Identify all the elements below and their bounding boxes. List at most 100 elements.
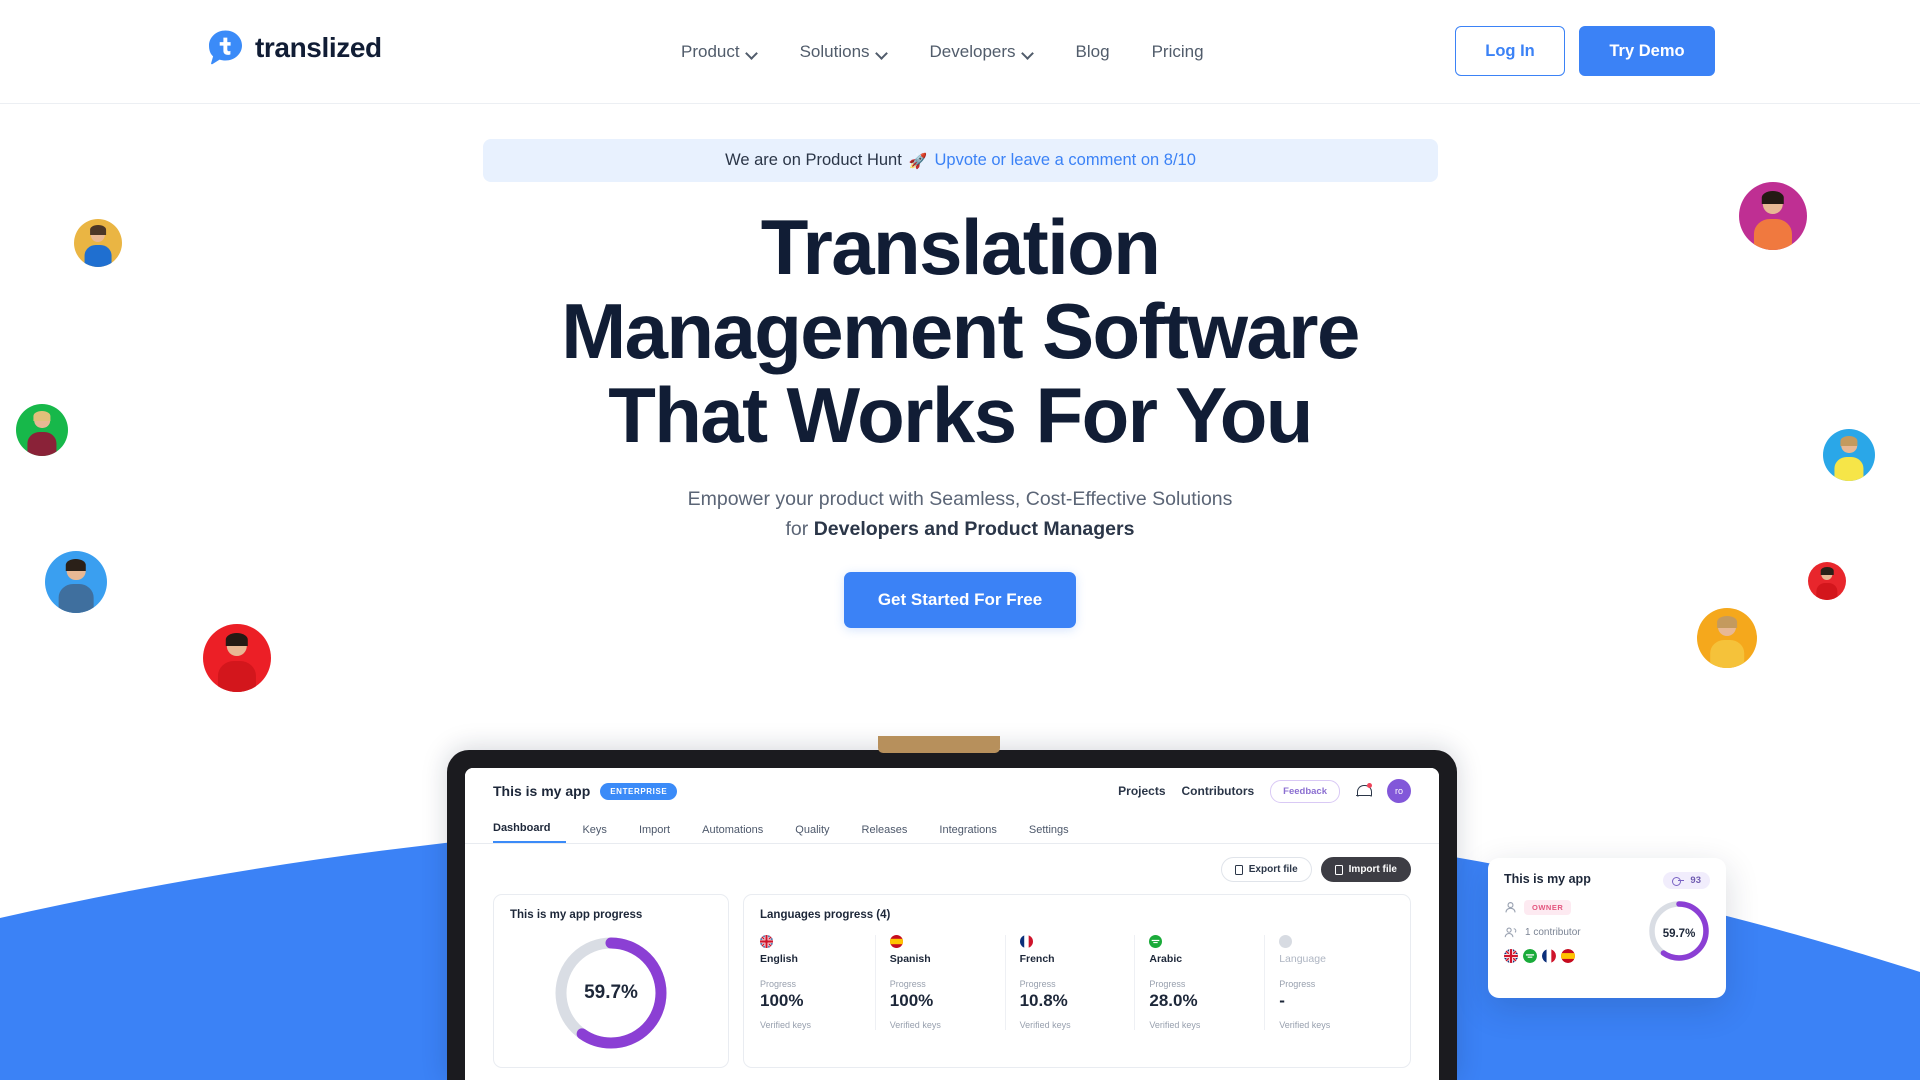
nav-item-product[interactable]: Product bbox=[660, 42, 779, 62]
chevron-down-icon bbox=[747, 49, 758, 56]
verified-keys-label: Verified keys bbox=[889, 1020, 941, 1030]
logo-text: translized bbox=[255, 31, 382, 63]
app-progress-card: This is my app progress 59.7% bbox=[493, 894, 729, 1068]
dashboard-link-contributors[interactable]: Contributors bbox=[1182, 784, 1255, 798]
language-name: French bbox=[1019, 953, 1055, 965]
floating-project-card: This is my app 93 OWNER 1 contributor 59… bbox=[1488, 858, 1726, 998]
logo-icon bbox=[207, 29, 244, 66]
language-name: Arabic bbox=[1149, 953, 1183, 965]
nav-label-developers: Developers bbox=[929, 42, 1016, 61]
try-demo-button[interactable]: Try Demo bbox=[1579, 26, 1715, 76]
nav-item-pricing[interactable]: Pricing bbox=[1131, 42, 1225, 62]
avatar[interactable]: ro bbox=[1387, 779, 1411, 803]
dashboard-cards: This is my app progress 59.7% Languages … bbox=[465, 882, 1439, 1068]
floating-card-donut: 59.7% bbox=[1646, 898, 1712, 969]
banner-text: We are on Product Hunt bbox=[725, 151, 902, 169]
tab-quality[interactable]: Quality bbox=[779, 824, 845, 843]
people-icon bbox=[1504, 927, 1517, 938]
notification-dot bbox=[1367, 782, 1372, 788]
progress-value: 28.0% bbox=[1149, 991, 1198, 1010]
nav-item-developers[interactable]: Developers bbox=[909, 42, 1055, 62]
rocket-icon: 🚀 bbox=[908, 152, 928, 170]
flag-icon-es bbox=[889, 935, 993, 948]
languages-progress-title: Languages progress (4) bbox=[760, 909, 891, 921]
chevron-down-icon bbox=[1023, 49, 1034, 56]
flag-icon-fr bbox=[1542, 949, 1556, 963]
verified-keys-label: Verified keys bbox=[760, 1020, 812, 1030]
feedback-button[interactable]: Feedback bbox=[1270, 779, 1340, 803]
tab-dashboard[interactable]: Dashboard bbox=[493, 822, 567, 843]
chevron-down-icon bbox=[877, 49, 888, 56]
key-icon bbox=[1672, 877, 1685, 886]
login-button[interactable]: Log In bbox=[1455, 26, 1565, 76]
language-column: English Progress 100% Verified keys bbox=[760, 935, 876, 1030]
dashboard-app-name: This is my app bbox=[493, 783, 591, 799]
language-name: Spanish bbox=[889, 953, 931, 965]
avatar-hair bbox=[1761, 190, 1785, 205]
flag-icon-es bbox=[1561, 949, 1575, 963]
flag-icon-fr bbox=[1019, 935, 1123, 948]
dashboard-topbar-actions: Projects Contributors Feedback ro bbox=[1118, 779, 1411, 803]
language-name: Language bbox=[1279, 953, 1326, 965]
language-column: Arabic Progress 28.0% Verified keys bbox=[1135, 935, 1266, 1030]
tab-automations[interactable]: Automations bbox=[686, 824, 779, 843]
export-file-icon bbox=[1234, 864, 1243, 875]
laptop-mockup: This is my app ENTERPRISE Projects Contr… bbox=[447, 736, 1457, 1080]
dashboard-topbar: This is my app ENTERPRISE Projects Contr… bbox=[465, 768, 1439, 814]
tab-settings[interactable]: Settings bbox=[1013, 824, 1085, 843]
tab-releases[interactable]: Releases bbox=[846, 824, 924, 843]
nav-item-solutions[interactable]: Solutions bbox=[779, 42, 909, 62]
nav-label-blog: Blog bbox=[1075, 42, 1110, 61]
export-file-label: Export file bbox=[1248, 864, 1298, 875]
progress-value: 10.8% bbox=[1019, 991, 1068, 1010]
progress-label: Progress bbox=[1019, 979, 1056, 989]
site-header: translized Product Solutions Developers … bbox=[0, 0, 1920, 104]
app-progress-donut: 59.7% bbox=[510, 933, 712, 1053]
app-progress-value: 59.7% bbox=[584, 982, 638, 1003]
notification-bell-icon[interactable] bbox=[1356, 782, 1372, 800]
page-title: Translation Management Software That Wor… bbox=[0, 205, 1920, 458]
progress-value: - bbox=[1279, 991, 1285, 1010]
import-file-label: Import file bbox=[1348, 864, 1397, 875]
nav-label-product: Product bbox=[681, 42, 740, 61]
tab-keys[interactable]: Keys bbox=[566, 824, 622, 843]
keys-count-badge: 93 bbox=[1663, 872, 1710, 889]
hero-subtitle: Empower your product with Seamless, Cost… bbox=[0, 484, 1920, 544]
dashboard-tabs: Dashboard Keys Import Automations Quality Rel… bbox=[465, 814, 1439, 844]
languages-grid: English Progress 100% Verified keys Spanish P… bbox=[760, 935, 1394, 1030]
product-hunt-banner[interactable]: We are on Product Hunt 🚀 Upvote or leave… bbox=[483, 139, 1438, 182]
flag-icon-gb bbox=[760, 935, 863, 948]
verified-keys-label: Verified keys bbox=[1279, 1020, 1331, 1030]
person-icon bbox=[1505, 902, 1516, 913]
progress-label: Progress bbox=[889, 979, 926, 989]
import-file-button[interactable]: Import file bbox=[1320, 857, 1411, 882]
hero-section: Translation Management Software That Wor… bbox=[0, 205, 1920, 629]
progress-value: 100% bbox=[889, 991, 934, 1010]
floating-card-header: This is my app 93 bbox=[1504, 872, 1710, 889]
dashboard-link-projects[interactable]: Projects bbox=[1118, 784, 1165, 798]
laptop-shell: This is my app ENTERPRISE Projects Contr… bbox=[447, 750, 1457, 1080]
flag-icon-sa bbox=[1149, 935, 1252, 948]
hero-line-1: Translation bbox=[760, 203, 1161, 291]
laptop-screen: This is my app ENTERPRISE Projects Contr… bbox=[465, 768, 1439, 1080]
floating-card-progress-value: 59.7% bbox=[1662, 927, 1696, 940]
banner-link[interactable]: Upvote or leave a comment on 8/10 bbox=[935, 151, 1196, 170]
nav-item-blog[interactable]: Blog bbox=[1055, 42, 1131, 62]
nav-label-pricing: Pricing bbox=[1151, 42, 1204, 61]
tab-integrations[interactable]: Integrations bbox=[923, 824, 1012, 843]
dashboard-app-identity: This is my app ENTERPRISE bbox=[493, 782, 678, 800]
verified-keys-label: Verified keys bbox=[1149, 1020, 1201, 1030]
avatar-hair bbox=[225, 632, 249, 647]
main-nav: Product Solutions Developers Blog Pricin… bbox=[660, 0, 1225, 104]
export-file-button[interactable]: Export file bbox=[1220, 857, 1312, 882]
keys-count-value: 93 bbox=[1690, 875, 1701, 886]
progress-label: Progress bbox=[760, 979, 797, 989]
nav-label-solutions: Solutions bbox=[799, 42, 870, 61]
tab-import[interactable]: Import bbox=[623, 824, 686, 843]
logo[interactable]: translized bbox=[207, 29, 382, 66]
flag-icon-gb bbox=[1504, 949, 1518, 963]
get-started-button[interactable]: Get Started For Free bbox=[843, 572, 1077, 629]
language-column: Language Progress - Verified keys bbox=[1265, 935, 1394, 1030]
hero-subtitle-line-1: Empower your product with Seamless, Cost… bbox=[687, 487, 1233, 510]
owner-badge: OWNER bbox=[1524, 900, 1572, 915]
